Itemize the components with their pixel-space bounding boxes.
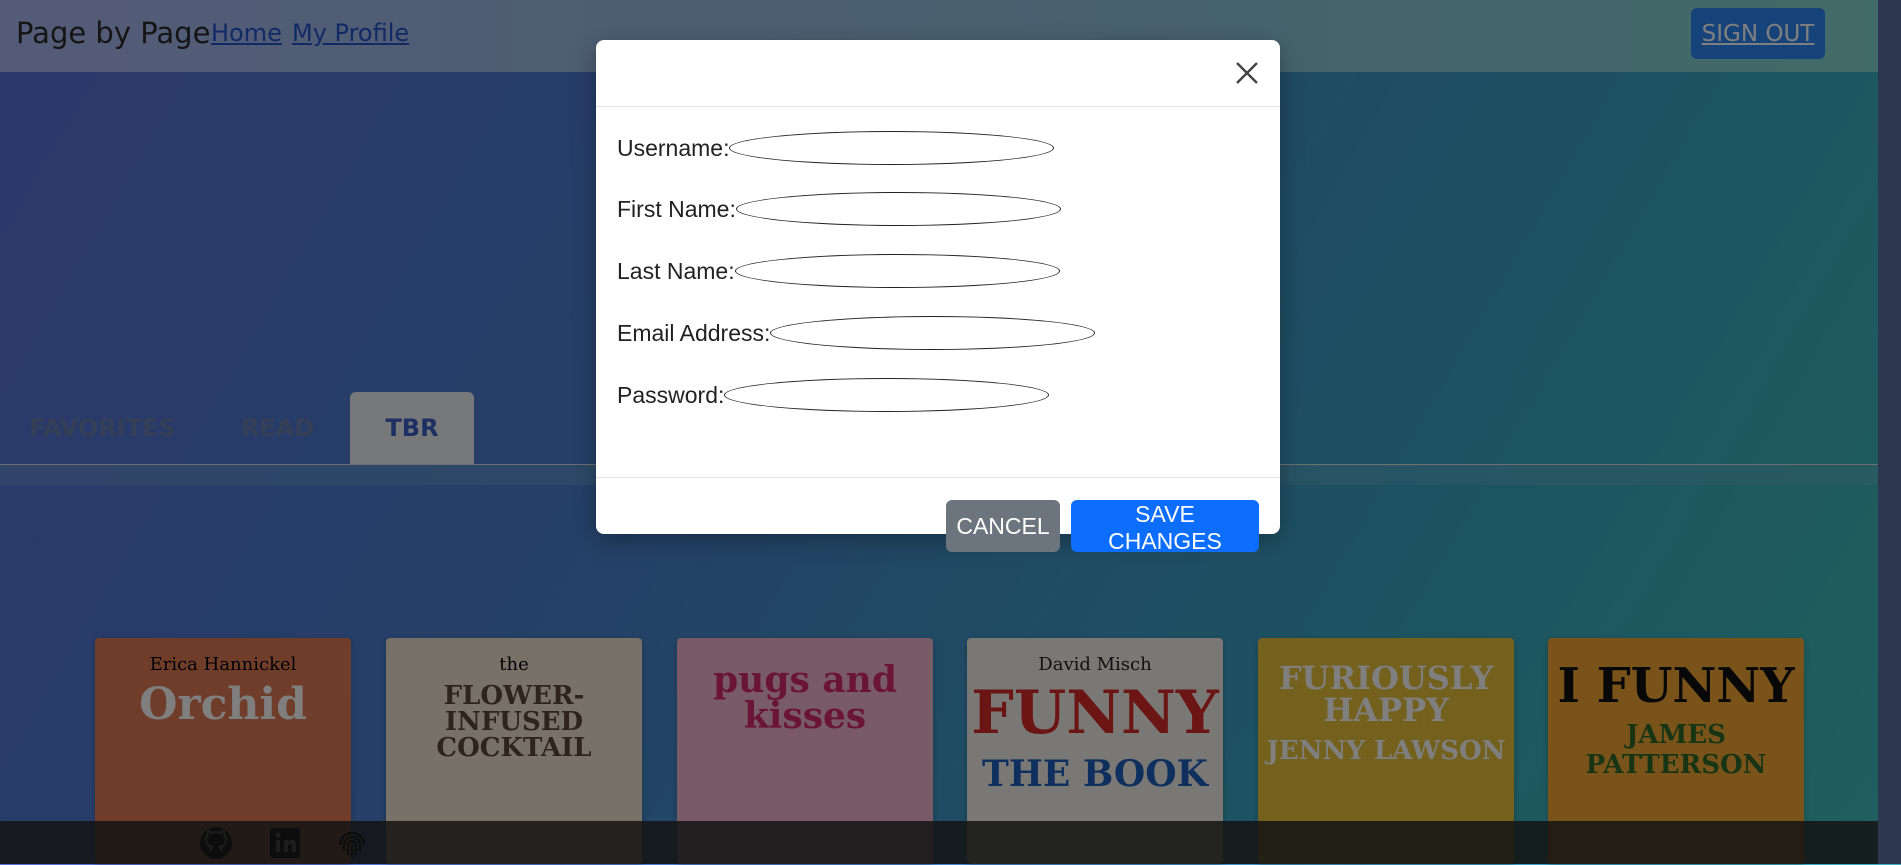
edit-profile-modal: Username: First Name: Last Name: Email A…: [596, 40, 1280, 554]
first-name-label: First Name:: [617, 195, 736, 222]
username-label: Username:: [617, 134, 730, 161]
save-changes-button[interactable]: SAVE CHANGES: [1071, 500, 1259, 554]
first-name-field[interactable]: [735, 192, 1061, 226]
last-name-field[interactable]: [734, 254, 1060, 288]
email-field[interactable]: [770, 316, 1096, 350]
password-field[interactable]: [724, 378, 1050, 412]
first-name-row: First Name:: [617, 189, 1061, 229]
close-icon[interactable]: [1230, 56, 1264, 90]
password-row: Password:: [617, 375, 1050, 415]
last-name-row: Last Name:: [617, 251, 1060, 291]
last-name-label: Last Name:: [617, 257, 735, 284]
username-row: Username:: [617, 128, 1055, 168]
modal-footer: CANCEL SAVE CHANGES: [596, 477, 1280, 554]
modal-body: Username: First Name: Last Name: Email A…: [596, 107, 1280, 477]
password-label: Password:: [617, 381, 725, 408]
email-row: Email Address:: [617, 313, 1096, 353]
username-field[interactable]: [729, 131, 1055, 165]
cancel-button[interactable]: CANCEL: [946, 500, 1060, 552]
modal-header: [596, 40, 1280, 107]
email-label: Email Address:: [617, 319, 771, 346]
